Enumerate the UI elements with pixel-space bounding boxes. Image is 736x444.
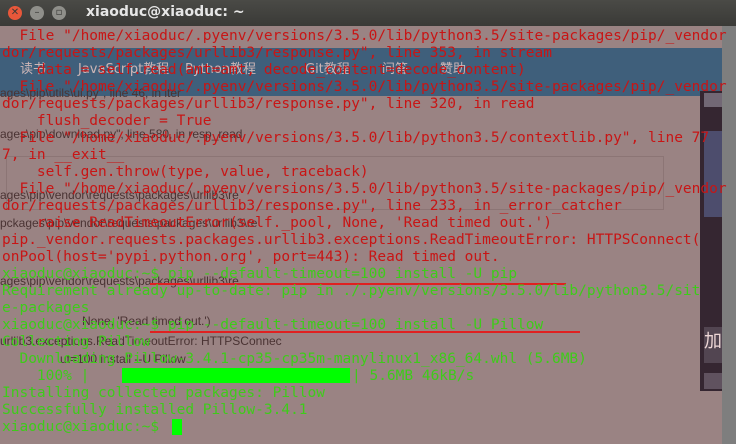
maximize-icon: ▫ <box>55 7 63 18</box>
terminal-line: File "/home/xiaoduc/.pyenv/versions/3.5.… <box>2 28 727 44</box>
close-icon: ✕ <box>10 7 20 18</box>
terminal-line: Installing collected packages: Pillow <box>2 385 326 401</box>
terminal-line: pip._vendor.requests.packages.urllib3.ex… <box>2 232 701 248</box>
maximize-window-button[interactable]: ▫ <box>52 6 66 20</box>
terminal-line: Requirement already up-to-date: pip in .… <box>2 283 701 299</box>
terminal-line: File "/home/xiaoduc/.pyenv/versions/3.5.… <box>2 181 727 197</box>
terminal-line: self.gen.throw(type, value, traceback) <box>2 164 369 180</box>
terminal-line: onPool(host='pypi.python.org', port=443)… <box>2 249 500 265</box>
terminal-line: dor/requests/packages/urllib3/response.p… <box>2 45 552 61</box>
terminal-line: data = self.read(amt=amt, decode_content… <box>2 62 526 78</box>
terminal-line: dor/requests/packages/urllib3/response.p… <box>2 96 535 112</box>
terminal-prompt-line: xiaoduc@xiaoduc:~$ <box>2 419 168 435</box>
progress-label: | 5.6MB 46kB/s <box>352 368 475 384</box>
download-progress-bar <box>122 368 350 383</box>
window-titlebar: ✕ – ▫ xiaoduc@xiaoduc: ~ <box>0 0 736 27</box>
red-underline-mark <box>150 331 580 333</box>
terminal-line: Downloading Pillow-3.4.1-cp35-cp35m-many… <box>2 351 587 367</box>
window-title: xiaoduc@xiaoduc: ~ <box>86 4 245 20</box>
terminal-line: raise ReadTimeoutError(self._pool, None,… <box>2 215 552 231</box>
minimize-window-button[interactable]: – <box>30 6 44 20</box>
terminal-line: Collecting Pillow <box>2 334 151 350</box>
terminal-prompt-line: xiaoduc@xiaoduc:~$ pip --default-timeout… <box>2 266 518 282</box>
close-window-button[interactable]: ✕ <box>8 6 22 20</box>
terminal-line: File "/home/xiaoduc/.pyenv/versions/3.5.… <box>2 79 727 95</box>
terminal-line: dor/requests/packages/urllib3/response.p… <box>2 198 622 214</box>
terminal-line: Successfully installed Pillow-3.4.1 <box>2 402 308 418</box>
terminal-progress-line: 100% | <box>2 368 90 384</box>
terminal-cursor <box>172 419 182 435</box>
terminal-line: e-packages <box>2 300 90 316</box>
terminal-line: 7, in __exit__ <box>2 147 125 163</box>
terminal-line: File "/home/xiaoduc/.pyenv/versions/3.5.… <box>2 130 710 146</box>
minimize-icon: – <box>34 7 40 18</box>
terminal-line: flush_decoder = True <box>2 113 212 129</box>
